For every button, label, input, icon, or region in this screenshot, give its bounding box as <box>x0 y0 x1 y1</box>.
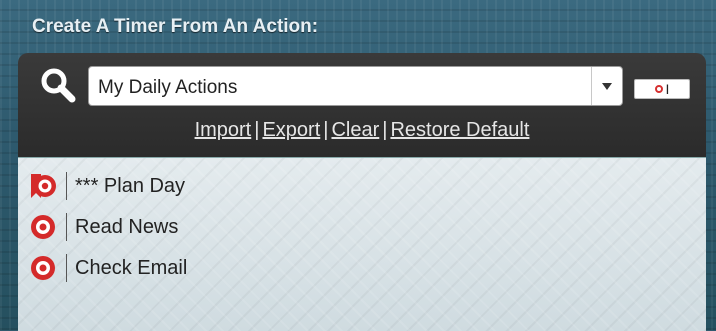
link-separator: | <box>382 119 388 141</box>
list-item-label: Check Email <box>75 256 188 279</box>
action-toolbar: My Daily Actions I Import | Export | Clear | R… <box>18 53 706 157</box>
item-divider <box>66 213 67 241</box>
item-divider <box>66 172 67 200</box>
search-icon[interactable] <box>38 65 78 105</box>
list-item-label: *** Plan Day <box>75 174 186 197</box>
export-link[interactable]: Export <box>262 119 320 141</box>
dropdown-button[interactable] <box>591 67 622 105</box>
list-item-plan-day[interactable]: *** Plan Day <box>28 169 185 203</box>
action-list: *** Plan Day Read News Check Email <box>18 157 706 331</box>
list-actions: Import | Export | Clear | Restore Default <box>18 119 706 142</box>
chevron-down-icon <box>602 82 612 90</box>
target-icon <box>31 256 55 280</box>
add-timer-button[interactable]: I <box>634 79 690 99</box>
action-list-select[interactable]: My Daily Actions <box>88 66 623 106</box>
page-title: Create A Timer From An Action: <box>32 16 319 37</box>
text-cursor-icon: I <box>665 81 670 97</box>
item-divider <box>66 254 67 282</box>
list-item-check-email[interactable]: Check Email <box>28 251 187 285</box>
list-item-label: Read News <box>75 215 179 238</box>
flagged-target-icon <box>31 174 56 198</box>
action-list-value: My Daily Actions <box>98 77 238 98</box>
link-separator: | <box>323 119 329 141</box>
import-link[interactable]: Import <box>195 119 252 141</box>
target-icon <box>31 215 55 239</box>
target-icon <box>654 85 663 93</box>
list-item-read-news[interactable]: Read News <box>28 210 178 244</box>
restore-default-link[interactable]: Restore Default <box>390 119 529 141</box>
clear-link[interactable]: Clear <box>331 119 379 141</box>
link-separator: | <box>254 119 260 141</box>
